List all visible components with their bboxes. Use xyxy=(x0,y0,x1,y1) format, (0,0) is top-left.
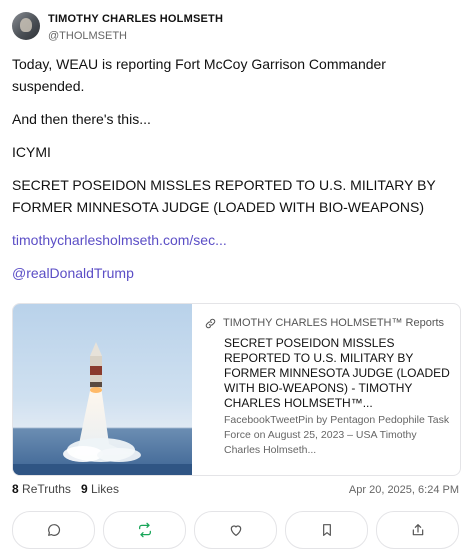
mention-link[interactable]: @realDonaldTrump xyxy=(12,265,134,281)
post-mention-paragraph: @realDonaldTrump xyxy=(12,262,452,284)
post-link[interactable]: timothycharlesholmseth.com/sec... xyxy=(12,232,227,248)
card-thumbnail xyxy=(13,304,192,475)
link-preview-card[interactable]: TIMOTHY CHARLES HOLMSETH™ Reports SECRET… xyxy=(12,303,461,476)
card-title: SECRET POSEIDON MISSLES REPORTED TO U.S.… xyxy=(224,336,450,410)
author-names: TIMOTHY CHARLES HOLMSETH @THOLMSETH xyxy=(48,13,223,43)
likes-label: Likes xyxy=(90,482,119,496)
link-icon xyxy=(205,318,216,328)
card-source: TIMOTHY CHARLES HOLMSETH™ Reports xyxy=(204,316,450,330)
share-icon xyxy=(412,524,423,536)
avatar[interactable] xyxy=(12,12,40,40)
author-handle[interactable]: @THOLMSETH xyxy=(48,30,223,43)
post-header: TIMOTHY CHARLES HOLMSETH @THOLMSETH xyxy=(12,12,223,43)
likes-stat[interactable]: 9 Likes xyxy=(81,482,119,496)
retruths-stat[interactable]: 8 ReTruths xyxy=(12,482,71,496)
post-body: Today, WEAU is reporting Fort McCoy Garr… xyxy=(12,53,452,295)
retruth-button[interactable] xyxy=(103,511,186,549)
card-description: FacebookTweetPin by Pentagon Pedophile T… xyxy=(224,414,450,456)
likes-count: 9 xyxy=(80,482,88,496)
author-display-name[interactable]: TIMOTHY CHARLES HOLMSETH xyxy=(48,13,223,26)
missile-launch-image xyxy=(13,342,192,475)
retruths-label: ReTruths xyxy=(22,482,71,496)
post-paragraph: ICYMI xyxy=(12,144,51,160)
post-stats: 8 ReTruths 9 Likes xyxy=(12,482,119,496)
card-body: TIMOTHY CHARLES HOLMSETH™ Reports SECRET… xyxy=(192,304,460,475)
reply-button[interactable] xyxy=(12,511,95,549)
retruths-count: 8 xyxy=(12,482,19,496)
post-paragraph: And then there's this... xyxy=(12,111,151,127)
share-button[interactable] xyxy=(376,511,459,549)
post-paragraph: SECRET POSEIDON MISSLES REPORTED TO U.S.… xyxy=(12,177,436,215)
bookmark-button[interactable] xyxy=(285,511,368,549)
card-source-label: TIMOTHY CHARLES HOLMSETH™ Reports xyxy=(223,317,445,329)
action-bar xyxy=(12,511,459,549)
like-icon xyxy=(230,525,241,536)
reply-icon xyxy=(47,524,60,536)
retruth-icon xyxy=(138,522,151,538)
post-paragraph: Today, WEAU is reporting Fort McCoy Garr… xyxy=(12,56,386,94)
bookmark-icon xyxy=(322,524,331,536)
post-link-paragraph: timothycharlesholmseth.com/sec... xyxy=(12,229,452,251)
like-button[interactable] xyxy=(194,511,277,549)
truth-post: TIMOTHY CHARLES HOLMSETH @THOLMSETH Toda… xyxy=(0,0,471,549)
post-timestamp[interactable]: Apr 20, 2025, 6:24 PM xyxy=(349,484,459,496)
